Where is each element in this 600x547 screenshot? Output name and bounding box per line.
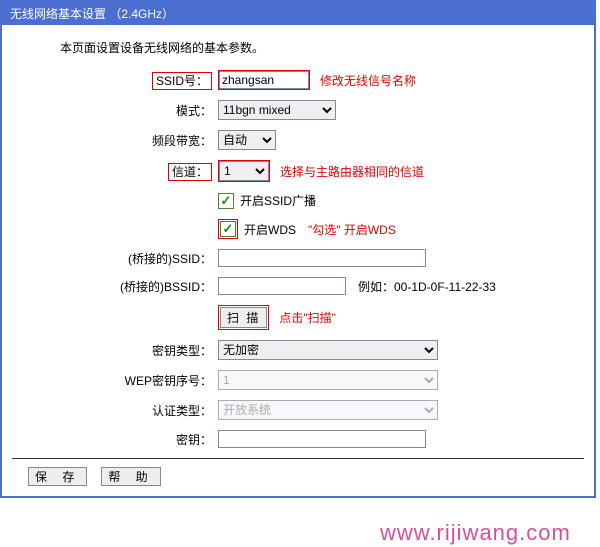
bridge-bssid-label: (桥接的)BSSID： <box>12 278 218 295</box>
row-bridge-bssid: (桥接的)BSSID： 例如：00-1D-0F-11-22-33 <box>12 277 584 295</box>
watermark: www.rijiwang.com <box>380 520 571 546</box>
bridge-ssid-input[interactable] <box>218 249 426 267</box>
panel-title: 无线网络基本设置 （2.4GHz） <box>2 2 594 25</box>
bridge-ssid-label: (桥接的)SSID： <box>12 250 218 267</box>
divider <box>12 458 584 459</box>
scan-button[interactable]: 扫 描 <box>220 307 267 328</box>
bandwidth-select[interactable]: 自动 <box>218 130 276 150</box>
enctype-label: 密钥类型： <box>12 342 218 359</box>
row-bandwidth: 频段带宽： 自动 <box>12 130 584 150</box>
bssid-example: 例如：00-1D-0F-11-22-33 <box>358 278 496 295</box>
auth-select: 开放系统 <box>218 400 438 420</box>
row-mode: 模式： 11bgn mixed <box>12 100 584 120</box>
bandwidth-label: 频段带宽： <box>12 132 218 149</box>
row-key: 密钥： <box>12 430 584 448</box>
wepidx-label: WEP密钥序号： <box>12 372 218 389</box>
auth-label: 认证类型： <box>12 402 218 419</box>
panel-body: 本页面设置设备无线网络的基本参数。 SSID号： 修改无线信号名称 模式： 11… <box>2 25 594 496</box>
enctype-select[interactable]: 无加密 <box>218 340 438 360</box>
button-row: 保 存 帮 助 <box>12 467 584 486</box>
row-wds: 开启WDS "勾选" 开启WDS <box>12 219 584 239</box>
row-bridge-ssid: (桥接的)SSID： <box>12 249 584 267</box>
row-ssid: SSID号： 修改无线信号名称 <box>12 70 584 90</box>
wepidx-select: 1 <box>218 370 438 390</box>
row-wepidx: WEP密钥序号： 1 <box>12 370 584 390</box>
bridge-bssid-input[interactable] <box>218 277 346 295</box>
row-ssid-broadcast: 开启SSID广播 <box>12 192 584 209</box>
key-label: 密钥： <box>12 431 218 448</box>
mode-label: 模式： <box>12 102 218 119</box>
scan-note: 点击"扫描" <box>279 309 336 326</box>
wds-checkbox[interactable] <box>220 221 236 237</box>
channel-select[interactable]: 1 <box>219 161 269 181</box>
wireless-settings-panel: 无线网络基本设置 （2.4GHz） 本页面设置设备无线网络的基本参数。 SSID… <box>0 0 596 498</box>
channel-label: 信道： <box>168 163 212 181</box>
row-channel: 信道： 1 选择与主路由器相同的信道 <box>12 160 584 182</box>
channel-note: 选择与主路由器相同的信道 <box>280 163 424 180</box>
wds-note: "勾选" 开启WDS <box>308 221 396 238</box>
key-input[interactable] <box>218 430 426 448</box>
intro-text: 本页面设置设备无线网络的基本参数。 <box>60 39 584 56</box>
row-scan: 扫 描 点击"扫描" <box>12 305 584 330</box>
row-enctype: 密钥类型： 无加密 <box>12 340 584 360</box>
ssid-broadcast-checkbox[interactable] <box>218 193 234 209</box>
mode-select[interactable]: 11bgn mixed <box>218 100 336 120</box>
ssid-input[interactable] <box>219 71 309 89</box>
help-button[interactable]: 帮 助 <box>101 467 160 486</box>
ssid-label: SSID号： <box>152 72 212 90</box>
ssid-broadcast-label: 开启SSID广播 <box>240 192 316 209</box>
row-auth: 认证类型： 开放系统 <box>12 400 584 420</box>
wds-label: 开启WDS <box>244 221 296 238</box>
ssid-note: 修改无线信号名称 <box>320 72 416 89</box>
save-button[interactable]: 保 存 <box>28 467 87 486</box>
